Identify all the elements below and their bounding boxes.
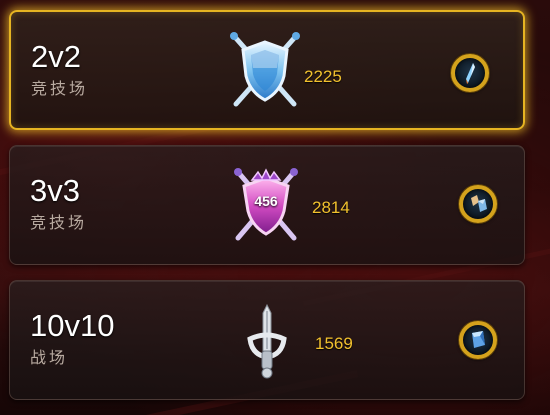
- blue-crossed-swords-shield-icon: [224, 28, 306, 110]
- mode-card-2v2[interactable]: 2v2 竞技场 2225: [9, 10, 525, 130]
- blue-crystal-shard-icon[interactable]: [451, 54, 489, 92]
- mode-title: 3v3: [30, 173, 80, 208]
- mode-subtitle: 战场: [30, 348, 69, 367]
- mode-title: 2v2: [31, 39, 81, 74]
- rating-value: 1569: [315, 334, 353, 353]
- twin-gem-icon[interactable]: [459, 185, 497, 223]
- silver-sword-icon: [244, 301, 290, 381]
- mode-subtitle: 竞技场: [30, 213, 88, 232]
- blue-cube-gem-icon[interactable]: [459, 321, 497, 359]
- badge-number: 456: [254, 193, 278, 209]
- mode-card-3v3[interactable]: 3v3 竞技场 456 2814: [9, 145, 525, 265]
- mode-subtitle: 竞技场: [31, 79, 89, 98]
- purple-crossed-swords-shield-icon: 456: [226, 164, 306, 244]
- mode-card-10v10[interactable]: 10v10 战场 1569: [9, 280, 525, 400]
- mode-title: 10v10: [30, 308, 115, 343]
- pvp-mode-screen: { "modes": [ { "title": "2v2", "subtitle…: [0, 0, 550, 415]
- rating-value: 2814: [312, 198, 350, 217]
- rating-value: 2225: [304, 67, 342, 86]
